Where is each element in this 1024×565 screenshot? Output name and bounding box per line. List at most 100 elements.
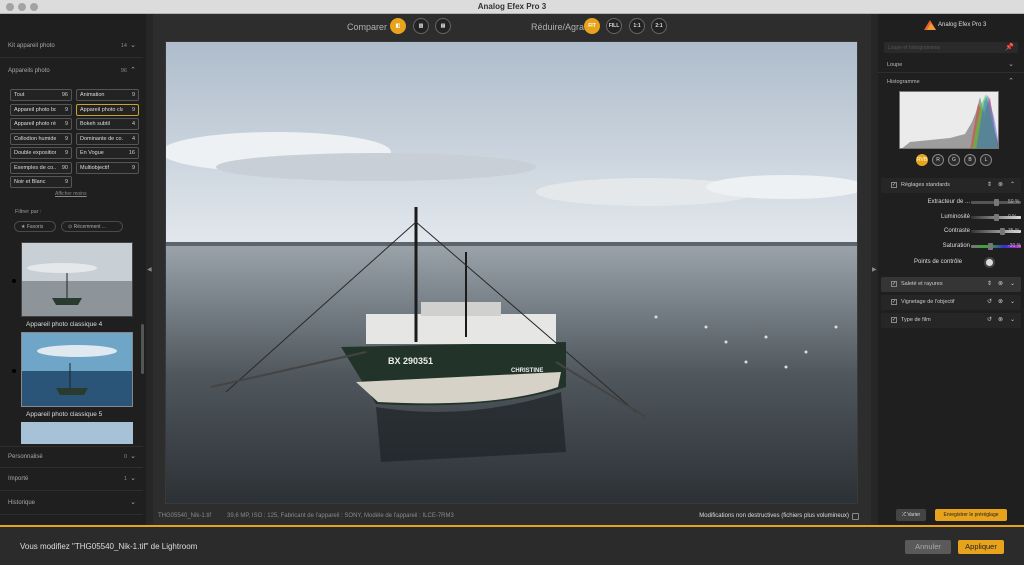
preview-area: Comparer ◧ ▥ ▤ Réduire/Agrandir FIT FILL… (153, 14, 871, 525)
updown-icon[interactable]: ⇕ (987, 280, 992, 287)
standard-settings-group[interactable]: ✓ Réglages standards ⇕ ⊗ ⌃ (881, 178, 1021, 193)
category-count: 9 (64, 135, 68, 142)
slider-knob[interactable] (988, 242, 994, 250)
dust-scratches-group[interactable]: ✓ Saleté et rayures ⇕ ⊗ ⌄ (881, 277, 1021, 292)
chevron-up-icon[interactable]: ⌃ (130, 66, 136, 74)
compare-stack-button[interactable]: ▤ (435, 18, 451, 34)
chevron-down-icon[interactable]: ⌄ (1008, 60, 1014, 68)
chevron-down-icon[interactable]: ⌄ (1010, 280, 1015, 287)
section-history[interactable]: Historique ⌄ (0, 493, 143, 515)
reset-icon[interactable]: ↺ (987, 316, 992, 323)
pin-icon[interactable]: 📌 (1005, 43, 1014, 51)
loupe-search-input[interactable]: Loupe et histogrammes (884, 42, 1018, 53)
section-history-label: Historique (8, 500, 36, 506)
category-count: 9 (64, 150, 68, 156)
zoom-fit-button[interactable]: FIT (584, 18, 600, 34)
delete-icon[interactable]: ⊗ (998, 181, 1003, 188)
slider-knob[interactable] (999, 228, 1005, 235)
zoom-fill-button[interactable]: FILL (606, 18, 622, 34)
preset-thumbnail[interactable] (21, 332, 133, 407)
channel-button[interactable]: R (932, 154, 944, 166)
channel-button[interactable]: RVB (916, 154, 928, 166)
recent-chip[interactable]: ⊙ Récemment ... (61, 221, 123, 232)
category-button[interactable]: Dominante de co... 4 (76, 132, 139, 145)
reset-icon[interactable]: ↺ (987, 298, 992, 305)
chevron-down-icon[interactable]: ⌄ (1010, 316, 1015, 323)
add-control-point-button[interactable] (984, 257, 995, 268)
category-button[interactable]: Bokeh subtil 4 (76, 118, 139, 130)
category-name: En Vogue (80, 150, 104, 156)
category-button[interactable]: Animation 9 (76, 89, 139, 101)
chevron-up-icon[interactable]: ⌃ (1008, 77, 1014, 85)
apply-button[interactable]: Appliquer (958, 540, 1004, 554)
delete-icon[interactable]: ⊗ (998, 316, 1003, 323)
left-panel-toggle[interactable]: ◀ (146, 14, 153, 525)
cancel-button[interactable]: Annuler (905, 540, 951, 554)
category-name: Collodion humide (14, 135, 56, 142)
compare-side-button[interactable]: ▥ (413, 18, 429, 34)
category-button[interactable]: Appareil photo rétro 9 (10, 118, 72, 130)
slider-value: 35 % (1008, 228, 1020, 234)
non-destructive-checkbox[interactable] (852, 513, 859, 520)
preview-image[interactable]: BX 290351 CHRISTINE (165, 41, 858, 504)
histogram-section[interactable]: Histogramme ⌃ (878, 74, 1024, 90)
preset-thumbnail[interactable] (21, 422, 133, 444)
delete-icon[interactable]: ⊗ (998, 298, 1003, 305)
compare-split-button[interactable]: ◧ (390, 18, 406, 34)
zoom-1-1-button[interactable]: 1:1 (629, 18, 645, 34)
category-name: Animation (80, 92, 105, 98)
channel-button[interactable]: G (948, 154, 960, 166)
standard-settings-checkbox[interactable]: ✓ (891, 182, 897, 188)
chevron-down-icon[interactable]: ⌄ (1010, 298, 1015, 305)
film-type-group[interactable]: ✓ Type de film ↺ ⊗ ⌄ (881, 313, 1021, 328)
category-button[interactable]: Appareil photo cla... 9 (76, 103, 139, 116)
category-button[interactable]: Appareil photo bo... 9 (10, 103, 72, 116)
editing-message: Vous modifiez "THG05540_Nik-1.tif" de Li… (20, 542, 198, 551)
category-button[interactable]: Exemples de co... 90 (10, 161, 72, 174)
compare-label: Comparer (347, 22, 388, 32)
lens-vignette-checkbox[interactable]: ✓ (891, 299, 897, 305)
chevron-down-icon[interactable]: ⌄ (130, 498, 136, 506)
category-name: Appareil photo rétro (14, 121, 56, 127)
preset-thumbnail[interactable] (21, 242, 133, 317)
zoom-2-1-button[interactable]: 2:1 (651, 18, 667, 34)
section-imported-label: Importé (8, 476, 29, 482)
presets-scrollbar[interactable] (141, 324, 144, 374)
loupe-section[interactable]: Loupe ⌄ (878, 57, 1024, 73)
channel-button[interactable]: B (964, 154, 976, 166)
chevron-up-icon[interactable]: ⌃ (1010, 181, 1015, 188)
category-name: Bokeh subtil (80, 121, 110, 127)
category-button[interactable]: Tout 96 (10, 89, 72, 101)
vary-button[interactable]: ⤮ Varier (896, 509, 926, 521)
category-button[interactable]: Multiobjectif 9 (76, 161, 139, 174)
save-preset-button[interactable]: Enregistrer le préréglage (935, 509, 1007, 521)
show-less-link[interactable]: Afficher moins (55, 191, 87, 197)
category-count: 9 (131, 92, 135, 98)
category-count: 9 (64, 179, 68, 185)
lens-vignette-group[interactable]: ✓ Vignetage de l'objectif ↺ ⊗ ⌄ (881, 295, 1021, 310)
film-type-checkbox[interactable]: ✓ (891, 317, 897, 323)
channel-button[interactable]: L (980, 154, 992, 166)
delete-icon[interactable]: ⊗ (998, 280, 1003, 287)
slider-knob[interactable] (993, 199, 999, 206)
category-button[interactable]: Collodion humide 9 (10, 132, 72, 145)
filter-label: Filtrer par : (15, 209, 42, 215)
section-imported[interactable]: Importé 1 ⌄ (0, 469, 143, 491)
favorites-chip[interactable]: ★ Favoris (14, 221, 56, 232)
chevron-down-icon[interactable]: ⌄ (130, 452, 136, 460)
updown-icon[interactable]: ⇕ (987, 181, 992, 188)
category-button[interactable]: En Vogue 16 (76, 147, 139, 159)
category-button[interactable]: Noir et Blanc 9 (10, 176, 72, 188)
right-panel-toggle[interactable]: ▶ (871, 14, 878, 525)
histogram-graph (899, 91, 999, 149)
chevron-down-icon[interactable]: ⌄ (130, 474, 136, 482)
chevron-down-icon[interactable]: ⌄ (130, 41, 136, 49)
category-button[interactable]: Double exposition 9 (10, 147, 72, 159)
section-custom[interactable]: Personnalisé 0 ⌄ (0, 446, 143, 468)
section-cameras[interactable]: Appareils photo 96 ⌃ (0, 61, 143, 83)
boat-registration: BX 290351 (388, 356, 433, 366)
slider-knob[interactable] (993, 213, 999, 221)
slider-label: Extracteur de ... (927, 199, 970, 205)
section-kit[interactable]: Kit appareil photo 14 ⌄ (0, 36, 143, 58)
dust-scratches-checkbox[interactable]: ✓ (891, 281, 897, 287)
